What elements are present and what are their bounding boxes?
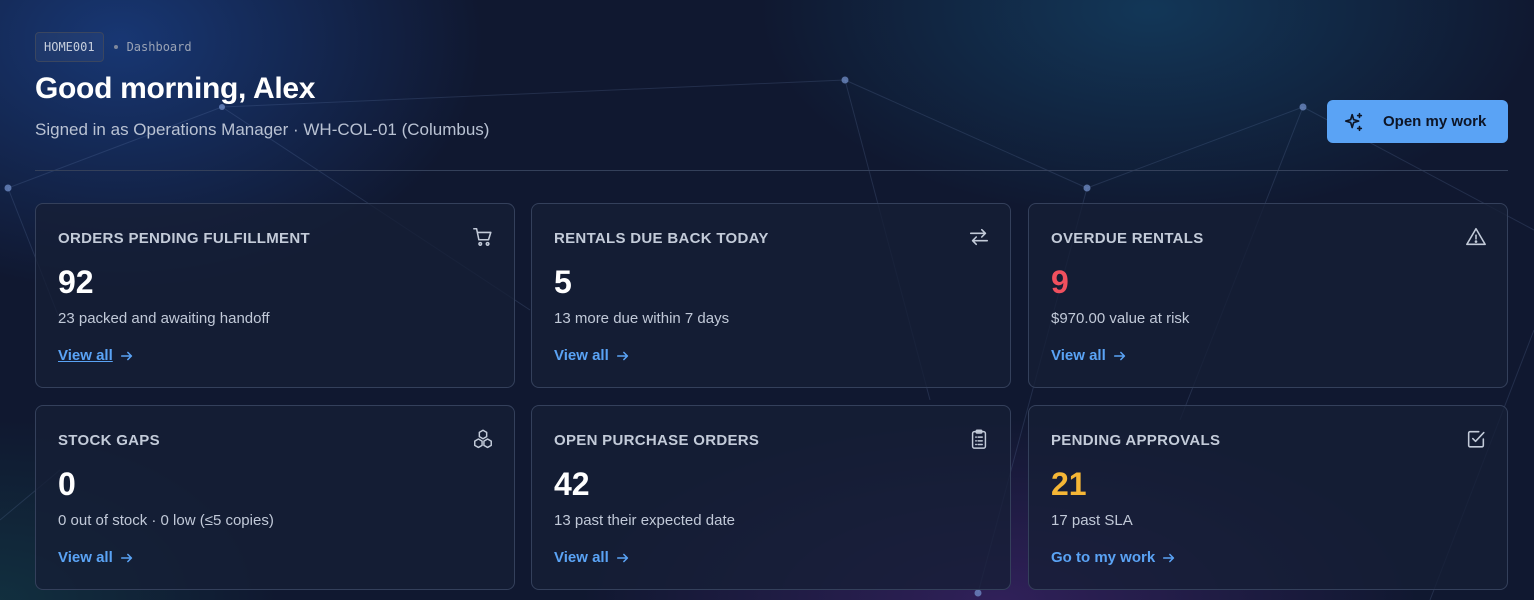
card-overdue-rentals: OVERDUE RENTALS 9 $970.00 value at risk …	[1028, 203, 1508, 388]
breadcrumb-page: Dashboard	[126, 40, 192, 54]
arrow-right-icon	[120, 553, 132, 562]
card-subtitle: 0 out of stock · 0 low (≤5 copies)	[58, 512, 274, 529]
repeat-icon	[969, 228, 989, 246]
breadcrumb-separator	[113, 45, 118, 49]
card-value: 5	[554, 264, 572, 300]
card-title: RENTALS DUE BACK TODAY	[554, 230, 769, 247]
go-to-my-work-link[interactable]: Go to my work	[1051, 549, 1176, 566]
open-my-work-label: Open my work	[1383, 113, 1487, 130]
clipboard-icon	[971, 429, 987, 449]
cart-icon	[473, 227, 492, 246]
card-subtitle: $970.00 value at risk	[1051, 310, 1190, 327]
card-title: PENDING APPROVALS	[1051, 432, 1221, 449]
screen-code-badge: HOME001	[35, 32, 104, 62]
arrow-right-icon	[616, 553, 628, 562]
open-my-work-button[interactable]: Open my work	[1327, 100, 1508, 143]
card-open-purchase-orders: OPEN PURCHASE ORDERS 42 13 past their ex…	[531, 405, 1011, 590]
card-subtitle: 23 packed and awaiting handoff	[58, 310, 270, 327]
card-value: 0	[58, 466, 76, 502]
sparkles-icon	[1344, 112, 1363, 131]
card-stock-gaps: STOCK GAPS 0 0 out of stock · 0 low (≤5 …	[35, 405, 515, 590]
go-to-my-work-label: Go to my work	[1051, 549, 1156, 566]
check-square-icon	[1467, 430, 1485, 448]
card-subtitle: 13 past their expected date	[554, 512, 735, 529]
card-value: 92	[58, 264, 94, 300]
card-title: STOCK GAPS	[58, 432, 160, 449]
arrow-right-icon	[1113, 351, 1125, 360]
arrow-right-icon	[120, 351, 132, 360]
breadcrumb: HOME001 Dashboard	[35, 32, 192, 62]
card-title: OPEN PURCHASE ORDERS	[554, 432, 760, 449]
card-value: 9	[1051, 264, 1069, 300]
card-pending-approvals: PENDING APPROVALS 21 17 past SLA Go to m…	[1028, 405, 1508, 590]
card-subtitle: 13 more due within 7 days	[554, 310, 730, 327]
card-rentals-due-back-today: RENTALS DUE BACK TODAY 5 13 more due wit…	[531, 203, 1011, 388]
warning-icon	[1466, 227, 1486, 246]
header-divider	[35, 170, 1508, 171]
arrow-right-icon	[616, 351, 628, 360]
arrow-right-icon	[1163, 553, 1175, 562]
view-all-label: View all	[554, 347, 609, 364]
card-title: OVERDUE RENTALS	[1051, 230, 1204, 247]
page-title: Good morning, Alex	[35, 72, 316, 105]
view-all-label: View all	[554, 549, 609, 566]
card-value: 21	[1051, 466, 1087, 502]
view-all-link[interactable]: View all	[554, 347, 630, 364]
card-orders-pending-fulfillment: ORDERS PENDING FULFILLMENT 92 23 packed …	[35, 203, 515, 388]
card-subtitle: 17 past SLA	[1051, 512, 1133, 529]
view-all-link[interactable]: View all	[554, 549, 630, 566]
card-title: ORDERS PENDING FULFILLMENT	[58, 230, 310, 247]
view-all-link[interactable]: View all	[58, 347, 134, 364]
boxes-icon	[474, 429, 492, 449]
view-all-label: View all	[1051, 347, 1106, 364]
view-all-link[interactable]: View all	[1051, 347, 1127, 364]
page-subtitle: Signed in as Operations Manager · WH-COL…	[35, 120, 490, 139]
card-value: 42	[554, 466, 590, 502]
view-all-link[interactable]: View all	[58, 549, 134, 566]
view-all-label: View all	[58, 549, 113, 566]
view-all-label: View all	[58, 347, 113, 364]
